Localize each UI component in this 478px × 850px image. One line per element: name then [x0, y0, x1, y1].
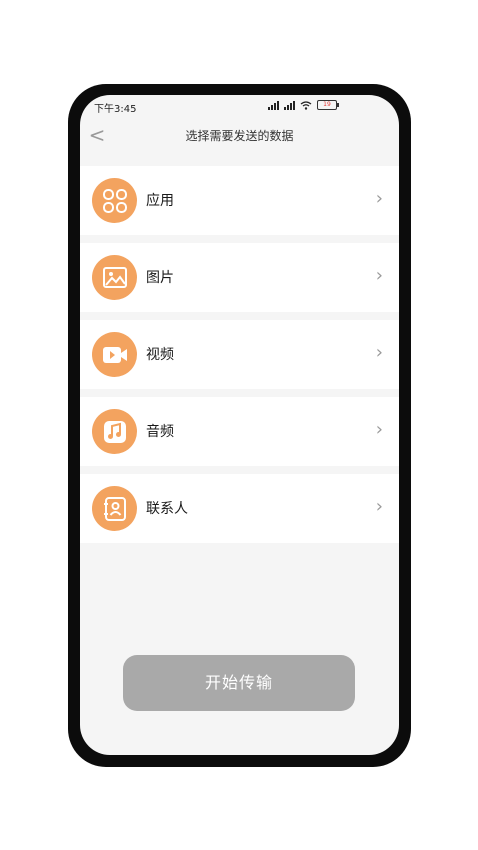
phone-screen: 下午3:45 19 < 选择需要发送的数据 应用 › 图片 › 视频 › 音频 … — [80, 95, 399, 755]
chevron-right-icon: › — [375, 265, 383, 286]
status-icons: 19 — [268, 100, 339, 110]
image-icon — [92, 255, 137, 300]
wifi-icon — [300, 100, 312, 110]
chevron-right-icon: › — [375, 419, 383, 440]
contact-book-icon — [92, 486, 137, 531]
status-time: 下午3:45 — [94, 104, 137, 115]
list-item-apps[interactable]: 应用 › — [80, 166, 399, 235]
phone-frame: 下午3:45 19 < 选择需要发送的数据 应用 › 图片 › 视频 › 音频 … — [68, 84, 411, 767]
signal-icon — [268, 100, 279, 110]
status-bar: 下午3:45 19 — [80, 95, 399, 117]
list-item-label: 图片 — [146, 270, 174, 286]
signal-icon — [284, 100, 295, 110]
list-item-label: 应用 — [146, 193, 174, 209]
chevron-right-icon: › — [375, 342, 383, 363]
video-icon — [92, 332, 137, 377]
chevron-right-icon: › — [375, 496, 383, 517]
list-item-contacts[interactable]: 联系人 › — [80, 474, 399, 543]
list-item-label: 视频 — [146, 347, 174, 363]
list-item-audio[interactable]: 音频 › — [80, 397, 399, 466]
list-item-label: 联系人 — [146, 501, 188, 517]
list-item-images[interactable]: 图片 › — [80, 243, 399, 312]
chevron-right-icon: › — [375, 188, 383, 209]
apps-grid-icon — [92, 178, 137, 223]
page-title: 选择需要发送的数据 — [185, 129, 294, 143]
music-note-icon — [92, 409, 137, 454]
list-item-videos[interactable]: 视频 › — [80, 320, 399, 389]
battery-icon: 19 — [317, 100, 339, 110]
list-item-label: 音频 — [146, 424, 174, 440]
nav-bar: < 选择需要发送的数据 — [80, 117, 399, 155]
start-transfer-button[interactable]: 开始传输 — [123, 655, 355, 711]
